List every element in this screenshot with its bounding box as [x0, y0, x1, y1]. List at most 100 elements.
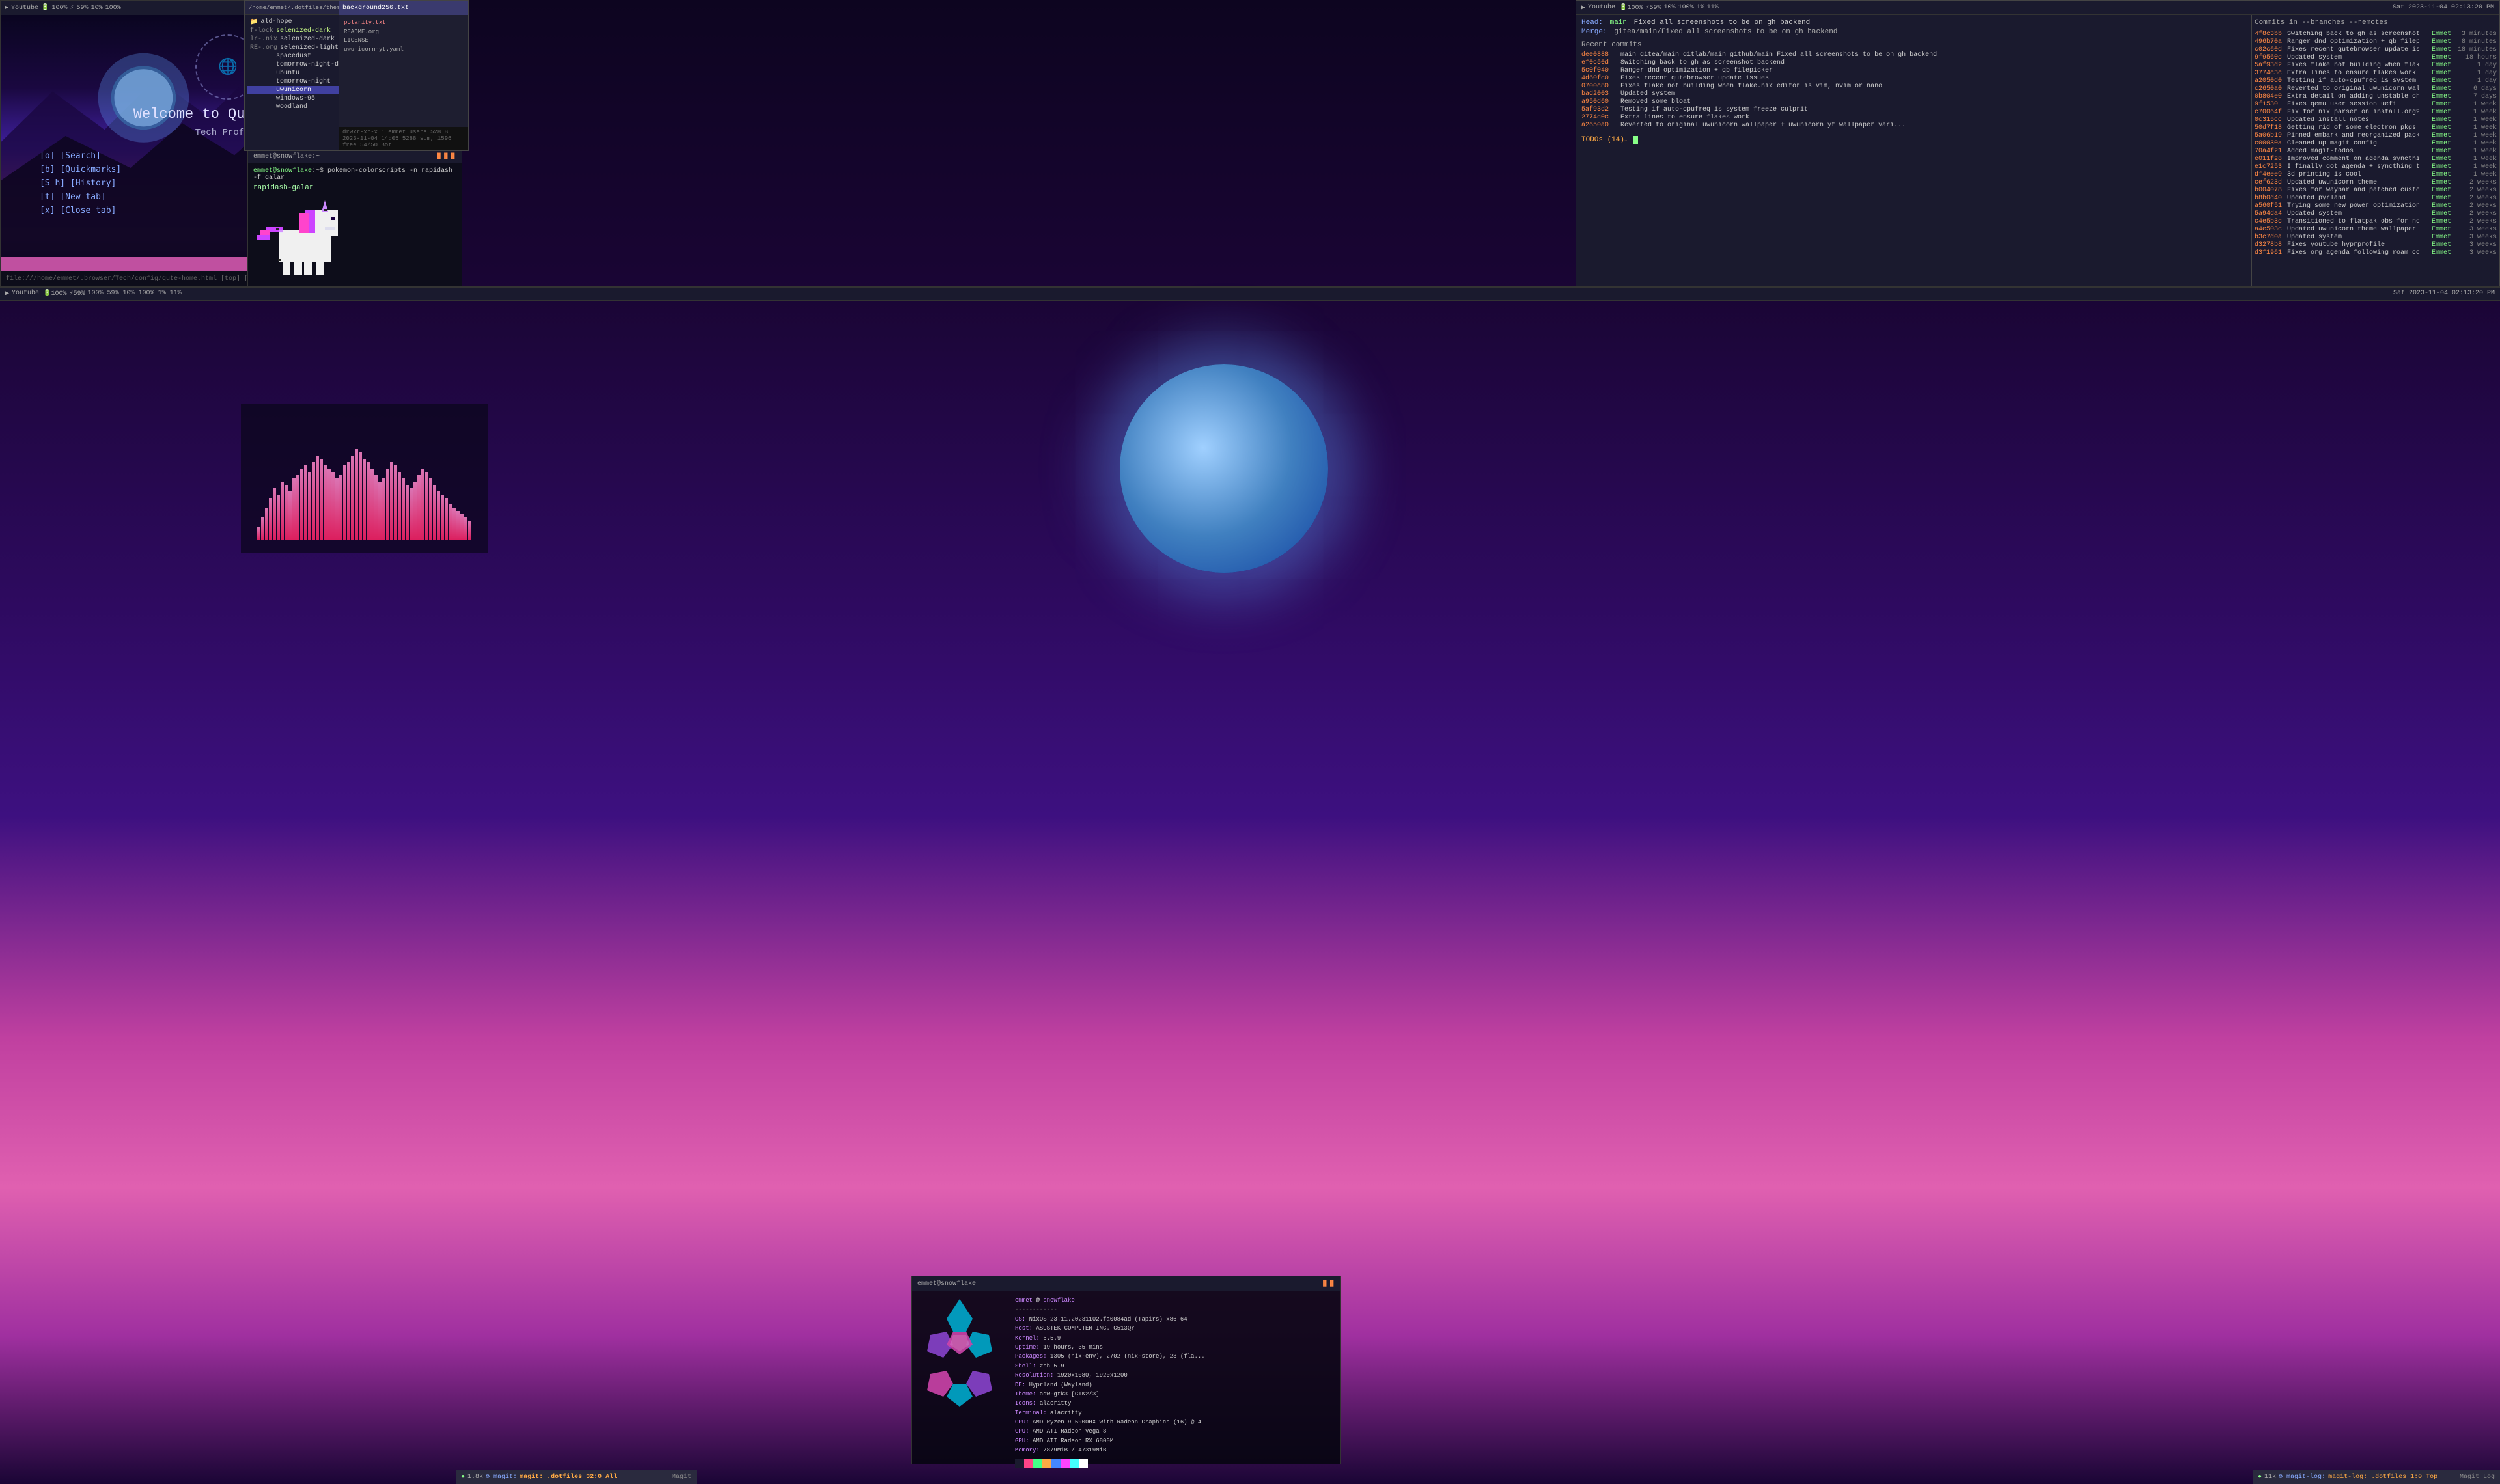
git-commits-list: dee0888 main gitea/main gitlab/main gith…: [1581, 51, 2246, 130]
neofetch-logo: [917, 1296, 1008, 1468]
commit-msg-1: Switching back to gh as screenshot backe…: [1620, 59, 2246, 66]
file-content: polarity.txt README.org LICENSE uwunicor…: [339, 15, 468, 58]
qb-status-text: file:///home/emmet/.browser/Tech/config/…: [6, 275, 264, 282]
log-msg-25: Updated uwunicorn theme wallpaper for: [2287, 226, 2419, 233]
log-hash-20: b004078: [2255, 187, 2287, 194]
log-author-1: Emmet: [2419, 38, 2451, 46]
log-time-15: 1 week: [2451, 148, 2497, 155]
file-line-3: LICENSE: [344, 36, 463, 46]
terminal-topbar: emmet@snowflake:~ ▐▌▐▌▐▌: [248, 149, 462, 163]
neofetch-title-line: emmet @ snowflake: [1015, 1296, 1205, 1305]
log-entry-2: c02c60d Fixes recent qutebrowser update …: [2255, 46, 2497, 53]
log-msg-22: Trying some new power optimizations!: [2287, 202, 2419, 210]
commit-hash-9: a2650a0: [1581, 122, 1620, 129]
log-entry-17: e1c7253 I finally got agenda + syncthing…: [2255, 163, 2497, 171]
file-content-panel: background256.txt polarity.txt README.or…: [339, 0, 469, 151]
cpu-pct: 59%: [77, 5, 89, 12]
spectrum-chart: [241, 404, 488, 553]
neofetch-title-key: emmet: [1015, 1297, 1033, 1304]
neofetch-shell-line: Shell: zsh 5.9: [1015, 1362, 1205, 1371]
pokemon-art: [253, 197, 456, 284]
log-time-3: 18 hours: [2451, 54, 2497, 61]
log-entry-20: b004078 Fixes for waybar and patched cus…: [2255, 187, 2497, 194]
git-app-name: Youtube: [1588, 4, 1615, 11]
git-app-icon: ▶: [1581, 4, 1585, 12]
log-author-27: Emmet: [2419, 241, 2451, 249]
lower-datetime: Sat 2023-11-04 02:13:20 PM: [2393, 290, 2495, 297]
neofetch-cpu-line: CPU: AMD Ryzen 9 5900HX with Radeon Grap…: [1015, 1418, 1205, 1427]
git-ind2: 11%: [1707, 4, 1719, 11]
log-author-15: Emmet: [2419, 148, 2451, 155]
git-cpu3: 100%: [1678, 4, 1694, 11]
neofetch-content: emmet @ snowflake ------------ OS: NixOS…: [912, 1291, 1340, 1474]
log-hash-26: b3c7d0a: [2255, 234, 2287, 241]
log-author-12: Emmet: [2419, 124, 2451, 131]
log-time-28: 3 weeks: [2451, 249, 2497, 256]
git-head-msg: Fixed all screenshots to be on gh backen…: [1634, 19, 1811, 27]
log-msg-2: Fixes recent qutebrowser update issues: [2287, 46, 2419, 53]
commit-msg-6: Removed some bloat: [1620, 98, 2246, 105]
log-entry-10: c70064f Fix for nix parser on install.or…: [2255, 109, 2497, 116]
log-time-0: 3 minutes: [2451, 31, 2497, 38]
log-author-5: Emmet: [2419, 70, 2451, 77]
log-msg-13: Pinned embark and reorganized packages: [2287, 132, 2419, 139]
log-author-25: Emmet: [2419, 226, 2451, 233]
log-time-7: 6 days: [2451, 85, 2497, 92]
log-entry-8: 0b804e0 Extra detail on adding unstable …: [2255, 93, 2497, 100]
log-msg-12: Getting rid of some electron pkgs: [2287, 124, 2419, 131]
todos-text: TODOs (14)…: [1581, 136, 1629, 144]
color-2: [1033, 1459, 1042, 1468]
log-time-23: 2 weeks: [2451, 210, 2497, 217]
file-line-2: README.org: [344, 28, 463, 37]
log-hash-6: a2050d0: [2255, 77, 2287, 85]
commit-hash-7: 5af93d2: [1581, 106, 1620, 113]
log-entry-11: 0c315cc Updated install notes Emmet 1 we…: [2255, 117, 2497, 124]
log-msg-16: Improved comment on agenda syncthing: [2287, 156, 2419, 163]
log-msg-14: Cleaned up magit config: [2287, 140, 2419, 147]
neofetch-host-line: Host: ASUSTEK COMPUTER INC. G513QY: [1015, 1324, 1205, 1333]
log-entry-12: 50d7f18 Getting rid of some electron pkg…: [2255, 124, 2497, 131]
app-icon: ▶: [5, 4, 8, 12]
log-author-8: Emmet: [2419, 93, 2451, 100]
log-hash-3: 9f9560c: [2255, 54, 2287, 61]
log-msg-17: I finally got agenda + syncthing to be: [2287, 163, 2419, 171]
commit-hash-3: 4d60fc0: [1581, 75, 1620, 82]
log-author-13: Emmet: [2419, 132, 2451, 139]
lower-app-icon: ▶: [5, 290, 9, 297]
lower-indicators: 100% 59% 10% 100% 1% 11%: [88, 290, 182, 297]
neofetch-terminal-line: Terminal: alacritty: [1015, 1408, 1205, 1418]
neofetch-gpu2-line: GPU: AMD ATI Radeon RX 6800M: [1015, 1436, 1205, 1446]
commit-hash-2: 5c0f040: [1581, 67, 1620, 74]
log-hash-21: b8b0d40: [2255, 195, 2287, 202]
log-author-19: Emmet: [2419, 179, 2451, 186]
neofetch-theme-line: Theme: adw-gtk3 [GTK2/3]: [1015, 1390, 1205, 1399]
commit-msg-0: main gitea/main gitlab/main github/main …: [1620, 51, 2246, 59]
log-entry-13: 5a06b19 Pinned embark and reorganized pa…: [2255, 132, 2497, 139]
log-author-0: Emmet: [2419, 31, 2451, 38]
pokemon-name: rapidash-galar: [253, 184, 456, 192]
log-author-24: Emmet: [2419, 218, 2451, 225]
git-log-title: Commits in --branches --remotes: [2255, 19, 2497, 27]
git-log-panel: Commits in --branches --remotes 4f8c3bb …: [2252, 1, 2499, 286]
extra1: 10%: [91, 5, 103, 12]
git-merge-line: Merge: gitea/main/Fixed all screenshots …: [1581, 28, 2246, 36]
log-msg-18: 3d printing is cool: [2287, 171, 2419, 178]
color-4: [1051, 1459, 1061, 1468]
log-hash-27: d3278b8: [2255, 241, 2287, 249]
neofetch-sep: ------------: [1015, 1305, 1205, 1314]
log-entry-26: b3c7d0a Updated system Emmet 3 weeks: [2255, 234, 2497, 241]
log-time-2: 18 minutes: [2451, 46, 2497, 53]
neofetch-gpu1-line: GPU: AMD ATI Radeon Vega 8: [1015, 1427, 1205, 1436]
log-time-17: 1 week: [2451, 163, 2497, 171]
commit-row-2: 5c0f040 Ranger dnd optimization + qb fil…: [1581, 67, 2246, 74]
commit-hash-5: bad2003: [1581, 90, 1620, 98]
commit-msg-3: Fixes recent qutebrowser update issues: [1620, 75, 2246, 82]
git-cpu: ⚡59%: [1646, 4, 1661, 12]
lower-app-name: Youtube: [12, 290, 39, 297]
git-merge-branch: gitea/main/Fixed all screenshots to be o…: [1614, 28, 1837, 36]
lower-cpu: ⚡59%: [70, 290, 85, 297]
log-msg-1: Ranger dnd optimization + qb filepick: [2287, 38, 2419, 46]
log-msg-9: Fixes qemu user session uefi: [2287, 101, 2419, 108]
git-cpu2: 10%: [1664, 4, 1676, 11]
log-msg-23: Updated system: [2287, 210, 2419, 217]
